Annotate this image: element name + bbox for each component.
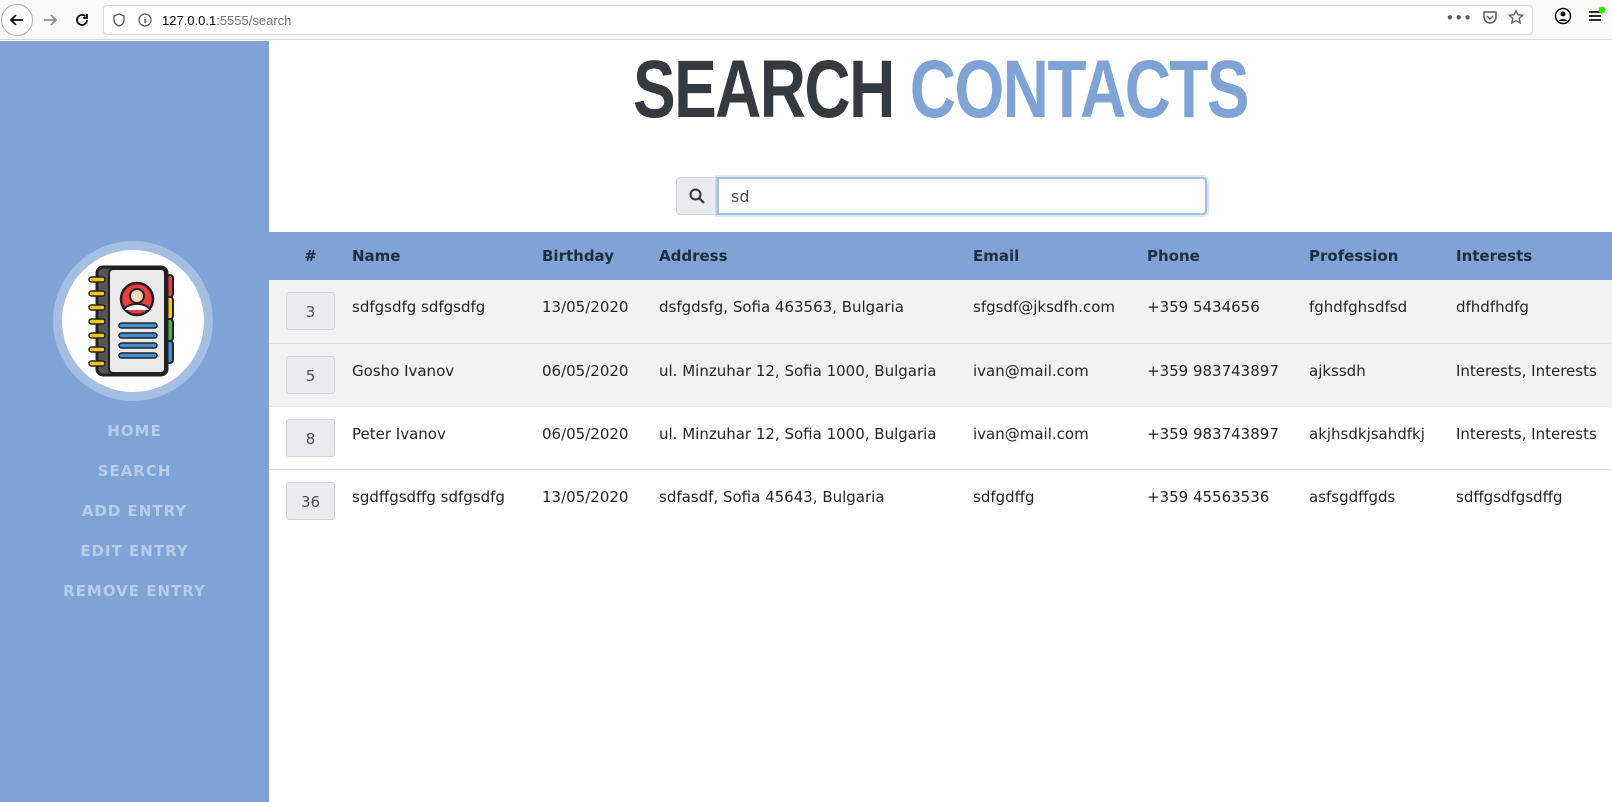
header-id[interactable]: # [269,232,352,280]
cell-email: sfgsdf@jksdfh.com [973,298,1116,316]
cell-interests: Interests, Interests [1456,424,1597,443]
cell-interests: sdffgsdfgsdffg [1456,487,1563,506]
address-bar[interactable]: 127.0.0.1:5555/search ••• [103,5,1533,35]
sidebar-item-home[interactable]: HOME [0,411,269,451]
sidebar-menu: HOME SEARCH ADD ENTRY EDIT ENTRY REMOVE … [0,411,269,611]
search-icon [689,188,705,204]
cell-interests: dfhdfhdfg [1456,298,1529,316]
reload-button[interactable] [66,4,98,36]
table-row[interactable]: 8 Peter Ivanov 06/05/2020 ul. Minzuhar 1… [269,406,1612,469]
cell-email: ivan@mail.com [973,361,1089,380]
menu-icon[interactable] [1586,6,1606,31]
page-title-part1: SEARCH [632,44,895,135]
cell-name: Gosho Ivanov [352,361,455,380]
shield-icon[interactable] [108,9,130,31]
contacts-table: # Name Birthday Address Email Phone Prof… [269,232,1612,532]
cell-interests: Interests, Interests [1456,361,1597,380]
back-button[interactable] [1,4,33,36]
page-actions-icon[interactable]: ••• [1445,9,1472,29]
cell-name: Peter Ivanov [352,424,446,443]
header-phone[interactable]: Phone [1147,232,1309,280]
url-host: 127.0.0.1 [162,12,217,28]
cell-birthday: 13/05/2020 [542,298,629,316]
cell-phone: +359 45563536 [1147,487,1270,506]
header-email[interactable]: Email [973,232,1147,280]
page-title: SEARCH CONTACTS [417,43,1465,137]
arrow-right-icon [44,14,58,26]
browser-toolbar: 127.0.0.1:5555/search ••• [0,0,1612,40]
arrow-left-icon [9,14,23,26]
table-header-row: # Name Birthday Address Email Phone Prof… [269,232,1612,280]
cell-birthday: 06/05/2020 [542,361,629,380]
cell-profession: fghdfghsdfsd [1309,298,1408,316]
main-content: SEARCH CONTACTS # Name Birthday Address … [269,41,1612,802]
row-id[interactable]: 3 [286,292,335,330]
header-interests[interactable]: Interests [1456,232,1612,280]
info-icon[interactable] [134,9,156,31]
cell-phone: +359 5434656 [1147,298,1260,316]
cell-birthday: 13/05/2020 [542,487,629,506]
row-id[interactable]: 5 [286,355,335,394]
cell-email: sdfgdffg [973,487,1035,506]
cell-address: dsfgdsfg, Sofia 463563, Bulgaria [659,298,904,316]
account-icon[interactable] [1554,7,1572,30]
star-icon[interactable] [1507,8,1525,29]
sidebar-item-edit-entry[interactable]: EDIT ENTRY [0,531,269,571]
sidebar: HOME SEARCH ADD ENTRY EDIT ENTRY REMOVE … [0,41,269,802]
page-title-part2: CONTACTS [909,44,1250,135]
cell-address: ul. Minzuhar 12, Sofia 1000, Bulgaria [659,424,937,443]
forward-button[interactable] [34,4,66,36]
cell-address: ul. Minzuhar 12, Sofia 1000, Bulgaria [659,361,937,380]
cell-profession: asfsgdffgds [1309,487,1396,506]
table-row[interactable]: 3 sdfgsdfg sdfgsdfg 13/05/2020 dsfgdsfg,… [269,280,1612,343]
cell-phone: +359 983743897 [1147,361,1279,380]
cell-name: sdfgsdfg sdfgsdfg [352,298,486,316]
pocket-icon[interactable] [1482,9,1498,29]
cell-profession: ajkssdh [1309,361,1366,380]
logo [53,241,213,401]
sidebar-item-remove-entry[interactable]: REMOVE ENTRY [0,571,269,611]
header-profession[interactable]: Profession [1309,232,1456,280]
search-button[interactable] [676,177,717,215]
header-name[interactable]: Name [352,232,542,280]
row-id[interactable]: 8 [286,418,335,457]
cell-profession: akjhsdkjsahdfkj [1309,424,1425,443]
table-row[interactable]: 36 sgdffgsdffg sdfgsdfg 13/05/2020 sdfas… [269,469,1612,532]
search-group [676,177,1207,215]
cell-phone: +359 983743897 [1147,424,1279,443]
cell-email: ivan@mail.com [973,424,1089,443]
reload-icon [76,14,88,26]
url-text: 127.0.0.1:5555/search [162,13,291,28]
sidebar-item-add-entry[interactable]: ADD ENTRY [0,491,269,531]
search-input[interactable] [717,177,1207,215]
cell-birthday: 06/05/2020 [542,424,629,443]
sidebar-item-search[interactable]: SEARCH [0,451,269,491]
row-id[interactable]: 36 [286,481,335,520]
cell-name: sgdffgsdffg sdfgsdfg [352,487,505,506]
url-path: :5555/search [216,12,292,28]
header-birthday[interactable]: Birthday [542,232,659,280]
header-address[interactable]: Address [659,232,973,280]
address-book-icon [88,265,174,377]
table-row[interactable]: 5 Gosho Ivanov 06/05/2020 ul. Minzuhar 1… [269,343,1612,406]
cell-address: sdfasdf, Sofia 45643, Bulgaria [659,487,885,506]
